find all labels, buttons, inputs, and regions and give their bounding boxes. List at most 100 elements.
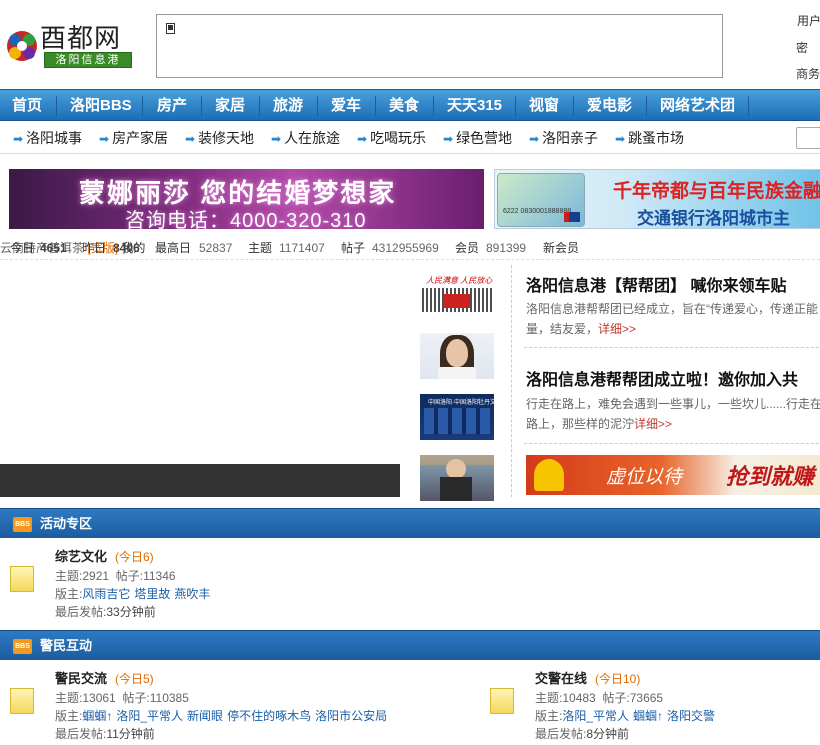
stat-label: 新会员 [543,241,580,255]
arrow-right-icon: ➡ [615,132,626,146]
nav-item-bbs[interactable]: 洛阳BBS [70,90,132,121]
moderator-link[interactable]: 燕吹丰 [174,587,210,601]
nav-divider [375,96,376,116]
moderator-link[interactable]: 新闻眼 [187,709,223,723]
thumbnail-graphic [424,408,490,434]
nav-divider [748,96,749,116]
subnav-item-decoration[interactable]: ➡ 装修天地 [185,122,254,154]
moderator-link[interactable]: 停不住的啄木鸟 [227,709,311,723]
subnav-item-fun[interactable]: ➡ 吃喝玩乐 [357,122,426,154]
news-headline[interactable]: 洛阳信息港【帮帮团】 喊你来领车贴 [526,272,786,296]
moderator-link[interactable]: 塔里故 [134,587,170,601]
subnav-item-city[interactable]: ➡ 洛阳城事 [13,122,82,154]
forum-name-link[interactable]: 综艺文化 [55,549,107,564]
subnav-search-input[interactable] [796,127,820,149]
ad-placeholder-icon [166,23,175,34]
stat-label: 主题 [248,241,273,255]
forum-stats-bar: 今日 4651 昨日 8406 最高日 52837 主题 1171407 帖子 … [0,236,820,260]
forum-counts: 主题:13061 帖子:110385 [55,691,189,705]
stat-yesterday-value: 8406 [113,241,140,255]
moderator-link[interactable]: 风雨吉它 [82,587,130,601]
nav-item-window[interactable]: 视窗 [529,90,559,121]
forum-name-link[interactable]: 交警在线 [535,671,587,686]
site-logo[interactable]: 酉都网 洛阳信息港 [4,24,134,72]
card-number: 6222 0830001888888 [503,208,572,215]
arrow-right-icon: ➡ [443,132,454,146]
forum-moderators: 版主:风雨吉它 塔里故 燕吹丰 [55,587,211,601]
banner-text: 虚位以待 [606,467,683,488]
wedding-ad-banner[interactable]: 蒙娜丽莎 您的结婚梦想家 咨询电话：4000-320-310 [9,169,484,229]
news-more-link[interactable]: 详细>> [634,417,672,431]
forum-folder-icon[interactable] [490,688,514,714]
nav-divider [573,96,574,116]
forum-moderators: 版主:蝈蝈↑ 洛阳_平常人 新闻眼 停不住的啄木鸟 洛阳市公安局 [55,709,388,723]
forum-counts: 主题:2921 帖子:11346 [55,569,176,583]
nav-item-car[interactable]: 爱车 [331,90,361,121]
today-count: (今日10) [595,672,641,686]
banner-phone: 咨询电话：4000-320-310 [125,210,367,229]
sub-nav: ➡ 洛阳城事 ➡ 房产家居 ➡ 装修天地 ➡ 人在旅途 ➡ 吃喝玩乐 ➡ 绿色营地 ➡ 洛阳亲… [0,122,820,154]
arrow-right-icon: ➡ [271,132,282,146]
nav-item-house[interactable]: 房产 [157,90,187,121]
slide-thumbnail[interactable]: 中国洛阳·中国洛阳牡丹文化节 [420,394,494,440]
moderator-link[interactable]: 洛阳市公安局 [315,709,387,723]
nav-item-home[interactable]: 首页 [12,90,42,121]
stat-members-value: 891399 [486,241,527,255]
forum-name-link[interactable]: 警民交流 [55,671,107,686]
stat-highest-value: 52837 [199,241,233,255]
slide-thumbnail[interactable] [420,455,494,501]
nav-divider [201,96,202,116]
banner-headline: 千年帝都与百年民族金融品 [613,181,820,202]
arrow-right-icon: ➡ [99,132,110,146]
forum-last-post: 最后发帖:8分钟前 [535,727,630,741]
subnav-item-flea-market[interactable]: ➡ 跳蚤市场 [615,122,684,154]
nav-item-315[interactable]: 天天315 [447,90,502,121]
moderator-link[interactable]: 洛阳_平常人 [562,709,629,723]
forum-folder-icon[interactable] [10,688,34,714]
nav-item-food[interactable]: 美食 [389,90,419,121]
logo-text: 酉都网 [40,24,122,54]
thumbnail-caption: 中国洛阳·中国洛阳牡丹文化节 [428,400,494,406]
news-headline[interactable]: 洛阳信息港帮帮团成立啦！邀你加入共 [526,366,798,390]
arrow-right-icon: ➡ [13,132,24,146]
moderator-link[interactable]: 蝈蝈↑ [633,709,663,723]
nav-item-movie[interactable]: 爱电影 [587,90,632,121]
bbs-icon: BBS [13,517,32,532]
nav-item-travel[interactable]: 旅游 [273,90,303,121]
moderator-link[interactable]: 洛阳交警 [667,709,715,723]
logo-subtitle: 洛阳信息港 [44,52,132,68]
slideshow-caption-bar[interactable] [0,464,400,497]
subnav-item-house[interactable]: ➡ 房产家居 [99,122,168,154]
today-count: (今日5) [115,672,154,686]
thumbnail-graphic [440,477,472,501]
nav-divider [259,96,260,116]
header-ad-box[interactable] [156,14,723,78]
stat-posts-value: 4312955969 [372,241,439,255]
forum-last-post: 最后发帖:11分钟前 [55,727,155,741]
moderator-link[interactable]: 蝈蝈↑ [82,709,112,723]
nav-item-art-troupe[interactable]: 网络艺术团 [660,90,735,121]
thumbnail-graphic [446,459,466,479]
moderator-link[interactable]: 洛阳_平常人 [116,709,183,723]
bank-ad-banner[interactable]: 6222 0830001888888 千年帝都与百年民族金融品 交通银行洛阳城市… [494,169,820,229]
arrow-right-icon: ➡ [357,132,368,146]
section-header[interactable]: BBS 警民互动 [0,630,820,660]
nav-item-home-decor[interactable]: 家居 [215,90,245,121]
thumbnail-caption: 人民满意 人民放心 [426,276,493,285]
subnav-item-travel[interactable]: ➡ 人在旅途 [271,122,340,154]
login-business-label: 商务 [796,67,820,81]
news-divider [524,443,820,444]
subnav-item-camp[interactable]: ➡ 绿色营地 [443,122,512,154]
vacancy-ad-banner[interactable]: 虚位以待 抢到就赚 [526,455,820,495]
slide-thumbnail[interactable] [420,333,494,379]
slide-thumbnail[interactable]: 人民满意 人民放心 [420,272,494,318]
thumbnail-graphic [446,339,468,367]
nav-divider [433,96,434,116]
arrow-right-icon: ➡ [185,132,196,146]
nav-divider [317,96,318,116]
news-more-link[interactable]: 详细>> [598,322,636,336]
banner-text: 抢到就赚 [726,464,815,489]
section-header[interactable]: BBS 活动专区 [0,508,820,538]
forum-folder-icon[interactable] [10,566,34,592]
subnav-item-parenting[interactable]: ➡ 洛阳亲子 [529,122,598,154]
